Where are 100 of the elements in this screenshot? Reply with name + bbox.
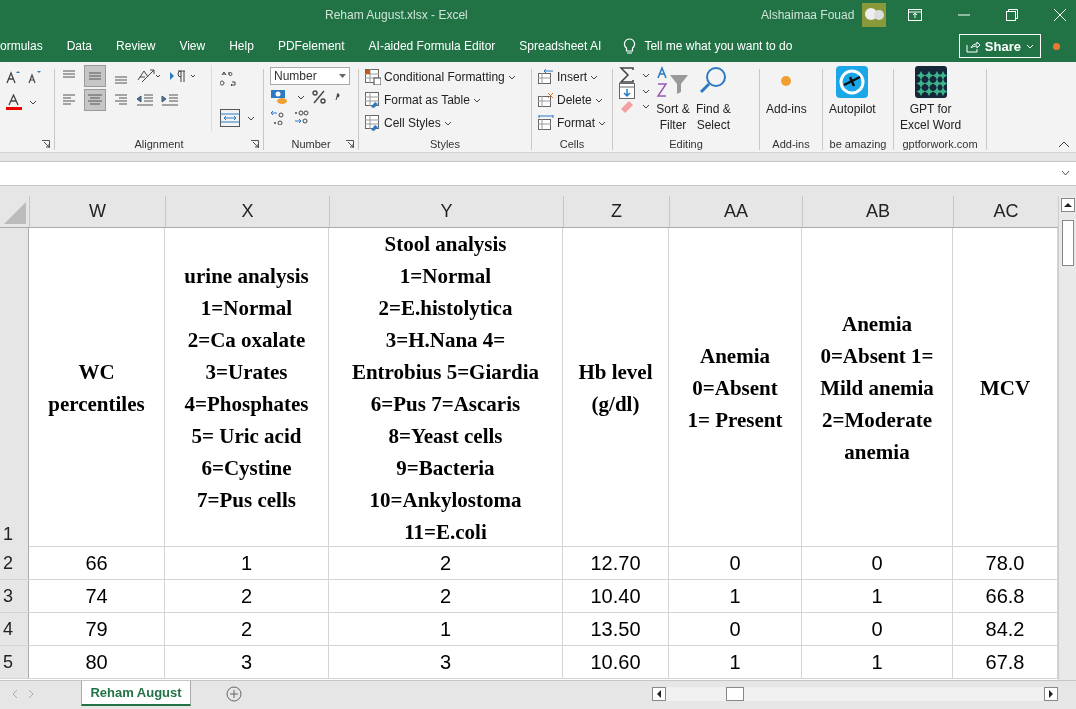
scroll-up-icon[interactable] (1060, 198, 1075, 212)
autopilot-button[interactable]: Autopilot (829, 65, 876, 133)
caret-icon[interactable] (642, 88, 650, 94)
column-header[interactable]: AB (802, 196, 953, 227)
ribbon-tab[interactable]: ormulas (0, 39, 43, 53)
avatar-icon[interactable] (862, 3, 887, 27)
styles-button[interactable]: Format as Table (365, 90, 516, 110)
user-name: Alshaimaa Fouad (761, 8, 855, 22)
table-cell: 2 (165, 580, 329, 612)
dialog-launcher-icon[interactable] (42, 140, 50, 148)
dialog-launcher-icon[interactable] (251, 140, 259, 148)
caret-icon (590, 74, 598, 80)
gpt-button[interactable]: GPT for Excel Word (900, 65, 962, 133)
add-ins-button[interactable]: Add-ins (766, 65, 807, 133)
caret-icon (507, 74, 516, 80)
ribbon-display-icon[interactable] (908, 9, 923, 21)
cells-button[interactable]: Format (538, 113, 606, 133)
ribbon-tab[interactable]: AI-aided Formula Editor (368, 39, 496, 53)
orientation-icon[interactable] (136, 68, 162, 84)
conditional-formatting-icon (365, 69, 381, 85)
ribbon-tab[interactable]: Spreadsheet AI (519, 39, 602, 53)
editing-button[interactable]: Find & Select (696, 65, 731, 133)
group-label: Editing (668, 138, 704, 150)
group-label: be amazing (828, 138, 888, 150)
caret-icon (472, 97, 481, 103)
table-cell: 1 (165, 547, 329, 579)
scroll-left-icon[interactable] (652, 686, 666, 701)
row-header[interactable]: 3 (0, 580, 29, 612)
row-header[interactable]: 1 (0, 228, 29, 548)
currency-icon[interactable] (270, 89, 290, 105)
close-icon[interactable] (1054, 9, 1067, 21)
caret-icon[interactable] (642, 103, 650, 109)
column-header[interactable]: Z (563, 196, 669, 227)
styles-button[interactable]: Cell Styles (365, 113, 516, 133)
table-cell: 66 (29, 547, 165, 579)
row-header[interactable]: 4 (0, 613, 29, 645)
table-cell: 1 (329, 613, 563, 645)
increase-indent-icon[interactable] (161, 92, 179, 108)
caret-icon[interactable] (642, 72, 650, 78)
dot-icon (781, 76, 792, 86)
scrollbar-thumb[interactable] (1061, 220, 1074, 266)
restore-icon[interactable] (1006, 9, 1019, 21)
table-cell: 0 (669, 547, 802, 579)
increase-font-size-icon[interactable] (6, 70, 20, 84)
table-cell: 2 (329, 580, 563, 612)
decrease-font-size-icon[interactable] (27, 70, 41, 84)
scroll-right-icon[interactable] (1044, 686, 1058, 701)
vertical-scrollbar[interactable] (1058, 196, 1076, 680)
sheet-tab[interactable]: Reham August (81, 681, 191, 706)
number-format-dropdown[interactable]: Number (270, 67, 350, 85)
ribbon-tab[interactable]: Help (229, 39, 254, 53)
share-button[interactable]: Share (958, 34, 1041, 58)
tell-me-field[interactable]: Tell me what you want to do (623, 37, 825, 55)
caret-icon[interactable] (247, 115, 255, 121)
row-header[interactable]: 5 (0, 646, 29, 678)
caret-icon[interactable] (297, 94, 305, 100)
cells-button[interactable]: Delete (538, 90, 606, 110)
table-cell: 2 (329, 547, 563, 579)
table-cell: 0 (669, 613, 802, 645)
minimize-icon[interactable] (958, 14, 971, 16)
increase-decimal-icon[interactable] (270, 109, 286, 125)
dropdown-arrow-icon (339, 74, 346, 78)
autosum-icon[interactable] (619, 67, 635, 83)
sparkles-icon (913, 65, 948, 99)
table-cell: 3 (165, 646, 329, 678)
caret-icon (598, 120, 606, 126)
styles-button[interactable]: Conditional Formatting (365, 67, 516, 87)
font-color-icon[interactable] (6, 94, 22, 110)
column-header[interactable]: AA (669, 196, 802, 227)
column-header[interactable]: W (29, 196, 165, 227)
dialog-launcher-icon[interactable] (346, 140, 354, 148)
decrease-decimal-icon[interactable] (293, 109, 309, 125)
ribbon-tab[interactable]: View (179, 39, 206, 53)
cells-button[interactable]: Insert (538, 67, 606, 87)
add-sheet-icon[interactable] (226, 685, 242, 702)
editing-button[interactable]: Sort & Filter (656, 65, 690, 133)
fill-icon[interactable] (619, 83, 635, 99)
expand-icon[interactable] (1061, 169, 1070, 176)
table-cell: 2 (165, 613, 329, 645)
collapse-ribbon-icon[interactable] (1058, 141, 1070, 148)
table-cell: 12.70 (563, 547, 669, 579)
column-header[interactable]: Y (329, 196, 563, 227)
scrollbar-thumb[interactable] (726, 686, 744, 701)
share-icon (965, 39, 980, 53)
group-label: Cells (558, 138, 586, 150)
ribbon-tab[interactable]: Review (116, 39, 156, 53)
merge-center-icon[interactable] (220, 109, 240, 127)
group-label: gptforwork.com (901, 138, 979, 150)
caret-icon (1026, 43, 1034, 49)
horizontal-scrollbar[interactable] (652, 686, 1058, 701)
percent-icon[interactable] (312, 90, 326, 104)
delete-cells-icon (538, 92, 554, 108)
table-cell: 1 (669, 646, 802, 678)
column-header[interactable]: X (165, 196, 329, 227)
row-header[interactable]: 2 (0, 547, 29, 579)
ribbon-tab[interactable]: Data (66, 39, 93, 53)
ribbon-tab[interactable]: PDFelement (277, 39, 345, 53)
table-cell: 10.40 (563, 580, 669, 612)
decrease-indent-icon[interactable] (136, 92, 154, 108)
caret-icon[interactable] (29, 99, 37, 105)
